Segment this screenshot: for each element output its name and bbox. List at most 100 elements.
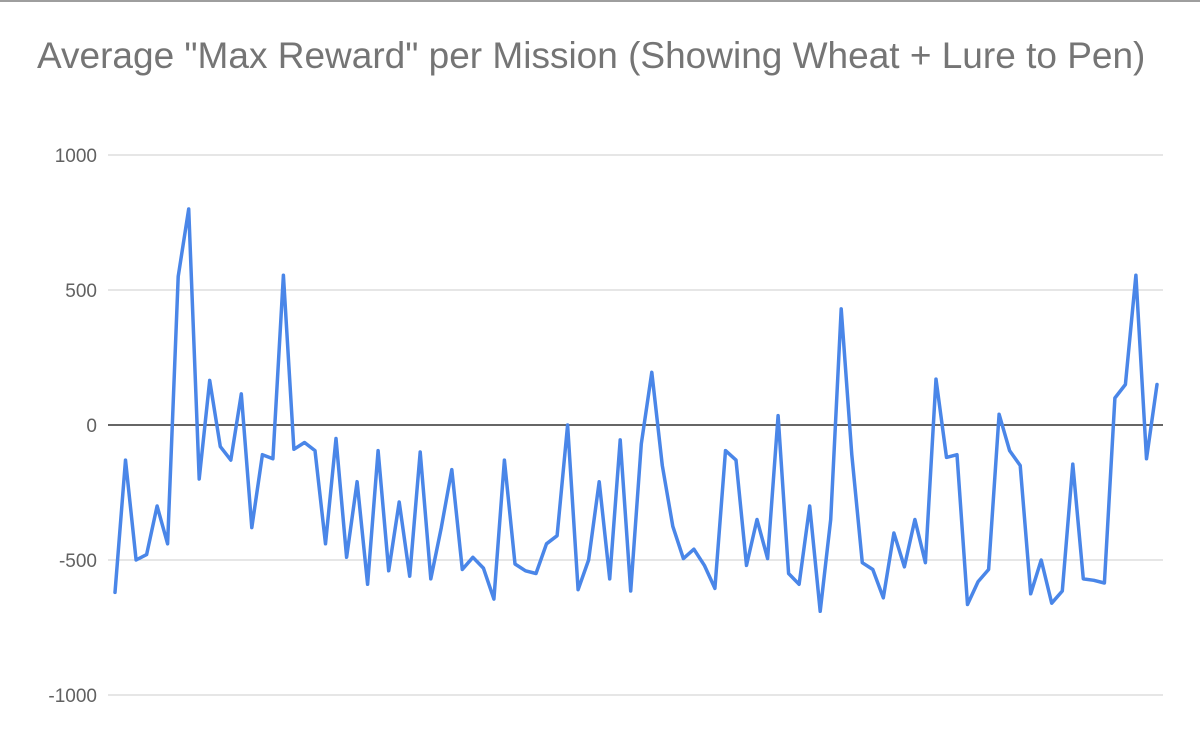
data-point xyxy=(134,558,138,562)
data-point xyxy=(366,583,369,586)
data-point xyxy=(587,558,590,562)
data-point xyxy=(513,562,517,566)
data-point xyxy=(555,534,559,537)
data-point xyxy=(440,526,443,529)
data-point xyxy=(1092,579,1096,582)
data-point xyxy=(566,423,569,427)
data-point xyxy=(629,589,632,593)
data-point xyxy=(345,556,348,559)
data-point xyxy=(1145,457,1148,460)
y-tick-label: 500 xyxy=(65,281,97,302)
data-point xyxy=(145,553,148,556)
y-axis-ticks: 1000 500 0 -500 -1000 xyxy=(48,146,97,707)
data-point xyxy=(303,441,306,444)
data-point xyxy=(545,542,548,545)
data-point xyxy=(640,442,643,446)
data-point xyxy=(892,531,896,535)
data-point xyxy=(882,596,885,599)
data-point xyxy=(776,414,780,417)
data-point xyxy=(966,603,969,606)
data-point xyxy=(945,456,948,459)
y-tick-label: -500 xyxy=(59,551,97,572)
line-chart: 1000 500 0 -500 -1000 xyxy=(48,146,1163,707)
data-point xyxy=(1134,274,1138,277)
data-point xyxy=(840,307,843,311)
data-point xyxy=(155,504,159,508)
data-point xyxy=(398,500,401,504)
data-point xyxy=(166,542,169,545)
data-point xyxy=(1019,464,1022,467)
data-point xyxy=(219,445,222,448)
data-point xyxy=(271,457,275,460)
data-point xyxy=(619,438,622,442)
data-point xyxy=(177,275,180,278)
data-point xyxy=(871,568,874,571)
data-point xyxy=(1029,592,1032,595)
data-point xyxy=(492,597,496,601)
data-point xyxy=(924,561,927,564)
data-point xyxy=(1155,383,1159,386)
data-point xyxy=(608,577,611,581)
data-point xyxy=(534,572,538,575)
data-point xyxy=(598,480,601,483)
data-point xyxy=(934,377,938,381)
data-point xyxy=(755,518,759,521)
data-point xyxy=(450,468,453,471)
data-point xyxy=(524,569,527,572)
data-point xyxy=(861,561,864,564)
data-point xyxy=(240,392,243,396)
data-point xyxy=(703,564,706,567)
data-point xyxy=(261,453,264,456)
data-point xyxy=(461,568,464,571)
data-point xyxy=(745,564,748,567)
data-point xyxy=(766,557,769,560)
data-point xyxy=(292,448,296,451)
y-tick-label: 0 xyxy=(86,416,97,437)
data-point xyxy=(903,565,906,568)
data-point xyxy=(324,542,327,545)
data-point xyxy=(661,464,664,467)
data-point xyxy=(376,449,380,452)
data-point xyxy=(429,577,432,581)
data-point xyxy=(797,583,801,586)
data-point xyxy=(576,588,580,591)
data-point xyxy=(1061,589,1064,593)
data-point xyxy=(692,548,696,551)
data-point xyxy=(787,572,790,575)
data-point xyxy=(198,477,201,481)
data-point xyxy=(355,480,359,483)
data-point xyxy=(229,458,232,462)
y-tick-label: 1000 xyxy=(55,146,97,167)
data-point xyxy=(250,526,253,529)
data-point xyxy=(850,453,853,456)
data-point xyxy=(1124,383,1127,386)
data-point xyxy=(124,458,127,462)
data-point xyxy=(1103,581,1106,585)
data-point xyxy=(113,591,117,594)
data-point xyxy=(734,458,738,462)
y-tick-label: -1000 xyxy=(48,686,97,707)
data-point xyxy=(724,449,727,452)
data-point xyxy=(987,568,990,571)
data-point xyxy=(313,449,317,452)
data-point xyxy=(955,453,959,456)
data-point xyxy=(1050,602,1053,605)
data-point xyxy=(1113,396,1117,400)
data-point xyxy=(1008,449,1011,452)
data-point xyxy=(682,557,685,560)
series-layer xyxy=(113,207,1159,614)
data-point xyxy=(1071,462,1075,466)
gridlines xyxy=(108,154,1163,696)
data-point xyxy=(829,518,832,521)
data-point xyxy=(187,207,190,211)
data-point xyxy=(408,575,411,578)
data-point xyxy=(334,437,338,440)
data-point xyxy=(713,587,717,590)
data-point xyxy=(913,518,917,521)
data-point xyxy=(808,504,811,508)
data-point xyxy=(419,450,422,454)
data-point xyxy=(387,569,390,572)
data-point xyxy=(997,413,1001,416)
data-point xyxy=(650,371,653,374)
data-point xyxy=(208,379,211,382)
